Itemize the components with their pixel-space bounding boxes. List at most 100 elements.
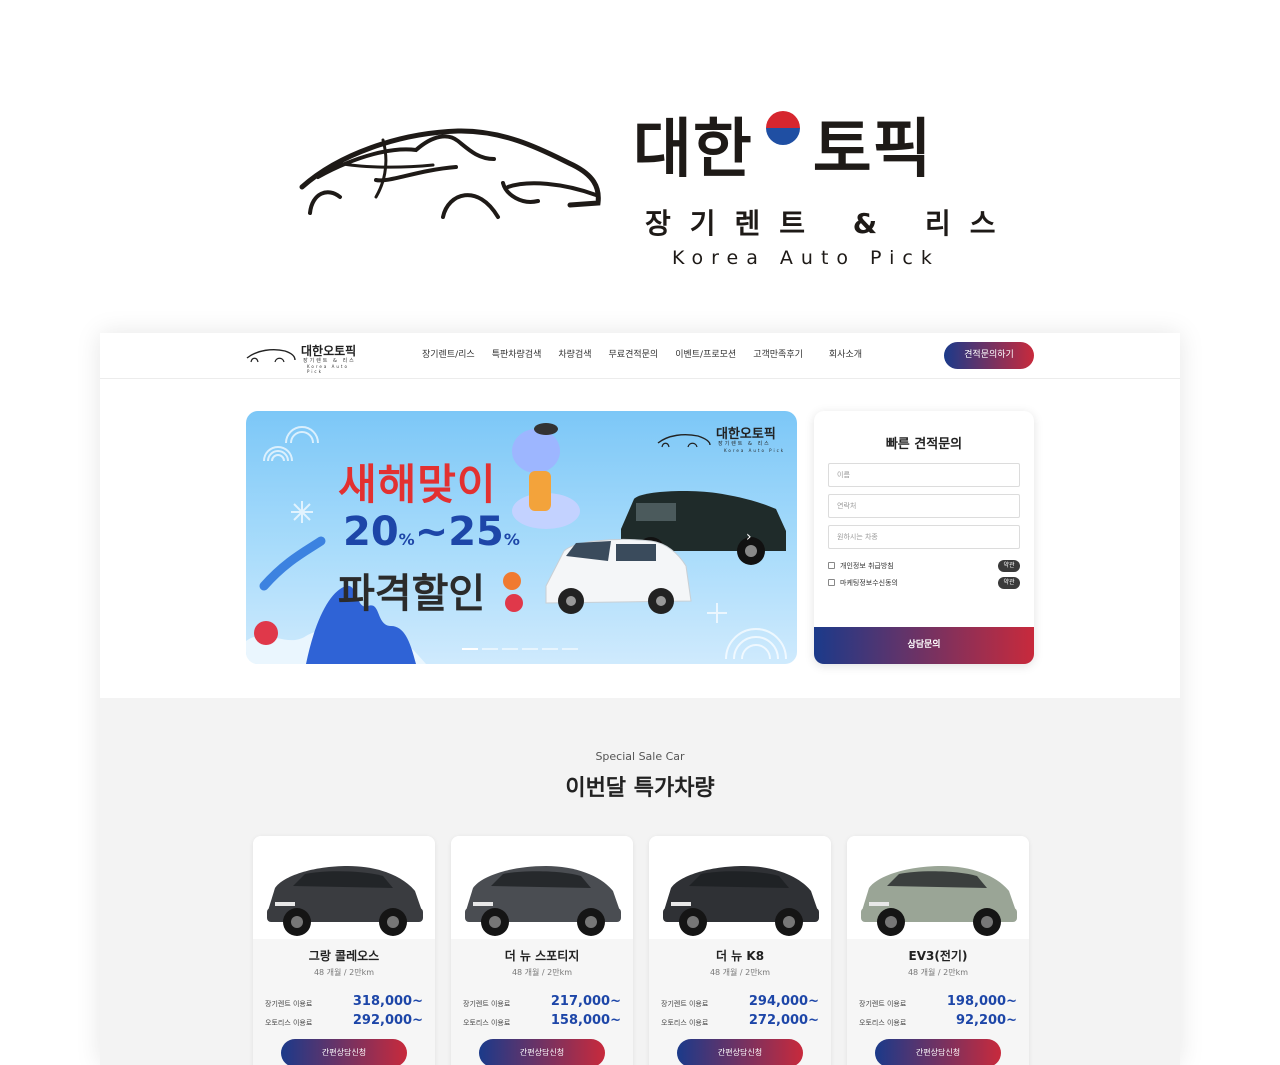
privacy-terms-button[interactable]: 약관 — [998, 560, 1020, 572]
car-image[interactable] — [253, 836, 435, 939]
lease-price: 272,000~ — [748, 1013, 819, 1028]
car-info: EV3(전기) 48 개월 / 2만km 장기렌트 이용료 198,000~ 오토리스 … — [847, 939, 1029, 1065]
nav-logo-english: Korea Auto Pick — [307, 364, 349, 374]
nav-item-special-search[interactable]: 특판차량검색 — [492, 347, 542, 360]
discount-max: 25 — [448, 509, 504, 555]
slide-dot[interactable] — [502, 648, 518, 650]
car-outline-logo-icon — [299, 128, 601, 219]
brand-title: 대한 토픽 — [633, 110, 933, 190]
phone-input[interactable]: 연락처 — [828, 494, 1020, 518]
car-image[interactable] — [649, 836, 831, 939]
slide-dot[interactable] — [482, 648, 498, 650]
car-info: 더 뉴 K8 48 개월 / 2만km 장기렌트 이용료 294,000~ 오토리스 이… — [649, 939, 831, 1065]
nav-item-rent-lease[interactable]: 장기렌트/리스 — [422, 347, 475, 360]
car-info: 더 뉴 스포티지 48 개월 / 2만km 장기렌트 이용료 217,000~ 오토리스… — [451, 939, 633, 1065]
lease-price: 92,200~ — [955, 1013, 1017, 1028]
discount-tilde: ~ — [414, 509, 449, 555]
slide-dot[interactable] — [542, 648, 558, 650]
rent-price: 294,000~ — [748, 994, 819, 1009]
nav-car-logo-icon — [246, 349, 296, 363]
lease-label: 오토리스 이용료 — [463, 1019, 511, 1027]
slide-dot[interactable] — [462, 648, 478, 650]
car-icon — [861, 866, 1017, 936]
car-name: 더 뉴 스포티지 — [504, 949, 580, 963]
marketing-checkbox[interactable] — [828, 579, 835, 586]
car-icon — [465, 866, 621, 936]
car-icon — [663, 866, 819, 936]
car-spec: 48 개월 / 2만km — [313, 968, 375, 977]
discount-min: 20 — [343, 509, 399, 555]
consult-submit-button[interactable]: 상담문의 — [814, 627, 1034, 664]
brand-title-part2: 토픽 — [812, 113, 933, 187]
slide-indicator — [462, 648, 582, 650]
marketing-consent: 마케팅정보수신동의 약관 — [828, 577, 1020, 589]
car-card[interactable]: 그랑 콜레오스 48 개월 / 2만km 장기렌트 이용료 318,000~ 오토리스 … — [253, 836, 435, 1065]
banner-car-logo-icon — [657, 434, 711, 448]
quick-consult-button[interactable]: 간편상담신청 — [677, 1039, 803, 1065]
lease-price: 292,000~ — [352, 1013, 423, 1028]
rent-price-row: 장기렌트 이용료 294,000~ — [661, 994, 819, 1010]
rent-price: 217,000~ — [550, 994, 621, 1009]
quick-consult-button[interactable]: 간편상담신청 — [281, 1039, 407, 1065]
lease-label: 오토리스 이용료 — [859, 1019, 907, 1027]
car-card[interactable]: 더 뉴 K8 48 개월 / 2만km 장기렌트 이용료 294,000~ 오토리스 이… — [649, 836, 831, 1065]
car-info: 그랑 콜레오스 48 개월 / 2만km 장기렌트 이용료 318,000~ 오토리스 … — [253, 939, 435, 1065]
banner-logo-subtitle: 장기렌트 & 리스 — [718, 441, 771, 447]
slide-dot[interactable] — [522, 648, 538, 650]
lease-price-row: 오토리스 이용료 292,000~ — [265, 1013, 423, 1029]
rent-price-row: 장기렌트 이용료 198,000~ — [859, 994, 1017, 1010]
car-icon — [267, 866, 423, 936]
quote-request-button[interactable]: 견적문의하기 — [944, 342, 1034, 369]
hero-section: 대한오토픽 장기렌트 & 리스 Korea Auto Pick 새해맞이 20%… — [100, 379, 1180, 698]
chevron-right-icon[interactable]: › — [746, 529, 752, 545]
brand-english-name: Korea Auto Pick — [672, 247, 940, 269]
nav-item-events[interactable]: 이벤트/프로모션 — [675, 347, 736, 360]
website-mockup: 대한오토픽 장기렌트 & 리스 Korea Auto Pick 장기렌트/리스 … — [100, 333, 1180, 1065]
banner-headline: 새해맞이 — [338, 460, 497, 509]
special-sale-section: Special Sale Car 이번달 특가차량 그랑 콜레오스 48 개월 /… — [100, 698, 1180, 1065]
car-name: 더 뉴 K8 — [715, 949, 765, 963]
promo-banner[interactable]: 대한오토픽 장기렌트 & 리스 Korea Auto Pick 새해맞이 20%… — [246, 411, 797, 664]
rent-price-row: 장기렌트 이용료 217,000~ — [463, 994, 621, 1010]
car-model-input[interactable]: 원하시는 차종 — [828, 525, 1020, 549]
discount-max-pct: % — [503, 530, 520, 549]
brand-subtitle: 장기렌트 & 리스 — [645, 207, 1015, 240]
car-spec: 48 개월 / 2만km — [709, 968, 771, 977]
marketing-terms-button[interactable]: 약관 — [998, 577, 1020, 589]
privacy-checkbox[interactable] — [828, 562, 835, 569]
rent-price-row: 장기렌트 이용료 318,000~ — [265, 994, 423, 1010]
rent-label: 장기렌트 이용료 — [661, 1000, 709, 1008]
slide-dot[interactable] — [562, 648, 578, 650]
nav-menu: 장기렌트/리스 특판차량검색 차량검색 무료견적문의 이벤트/프로모션 고객만족… — [422, 347, 879, 360]
car-spec: 48 개월 / 2만km — [511, 968, 573, 977]
quick-consult-button[interactable]: 간편상담신청 — [875, 1039, 1001, 1065]
rent-label: 장기렌트 이용료 — [463, 1000, 511, 1008]
car-name: EV3(전기) — [908, 949, 968, 963]
nav-item-car-search[interactable]: 차량검색 — [558, 347, 591, 360]
lease-price: 158,000~ — [550, 1013, 621, 1028]
rent-label: 장기렌트 이용료 — [859, 1000, 907, 1008]
privacy-label: 개인정보 취급방침 — [840, 562, 894, 570]
quote-title: 빠른 견적문의 — [885, 437, 963, 452]
quick-consult-button[interactable]: 간편상담신청 — [479, 1039, 605, 1065]
car-image[interactable] — [847, 836, 1029, 939]
nav-item-reviews[interactable]: 고객만족후기 — [753, 347, 803, 360]
nav-item-free-quote[interactable]: 무료견적문의 — [609, 347, 659, 360]
banner-logo: 대한오토픽 장기렌트 & 리스 Korea Auto Pick — [656, 423, 786, 453]
lease-price-row: 오토리스 이용료 92,200~ — [859, 1013, 1017, 1029]
nav-item-about[interactable]: 회사소개 — [829, 347, 862, 360]
nav-logo-subtitle: 장기렌트 & 리스 — [303, 358, 356, 364]
nav-logo[interactable]: 대한오토픽 장기렌트 & 리스 Korea Auto Pick — [245, 342, 365, 374]
banner-discount: 20%~25% — [343, 509, 520, 555]
brand-title-part1: 대한 — [633, 113, 753, 187]
name-input[interactable]: 이름 — [828, 463, 1020, 487]
rent-price: 198,000~ — [946, 994, 1017, 1009]
car-spec: 48 개월 / 2만km — [907, 968, 969, 977]
top-nav: 대한오토픽 장기렌트 & 리스 Korea Auto Pick 장기렌트/리스 … — [100, 333, 1180, 379]
privacy-consent: 개인정보 취급방침 약관 — [828, 560, 1020, 572]
quick-quote-form: 빠른 견적문의 이름 연락처 원하시는 차종 개인정보 취급방침 약관 마케팅정… — [814, 411, 1034, 664]
section-subtitle: Special Sale Car — [595, 750, 685, 763]
car-card[interactable]: 더 뉴 스포티지 48 개월 / 2만km 장기렌트 이용료 217,000~ 오토리스… — [451, 836, 633, 1065]
car-card[interactable]: EV3(전기) 48 개월 / 2만km 장기렌트 이용료 198,000~ 오토리스 … — [847, 836, 1029, 1065]
car-image[interactable] — [451, 836, 633, 939]
